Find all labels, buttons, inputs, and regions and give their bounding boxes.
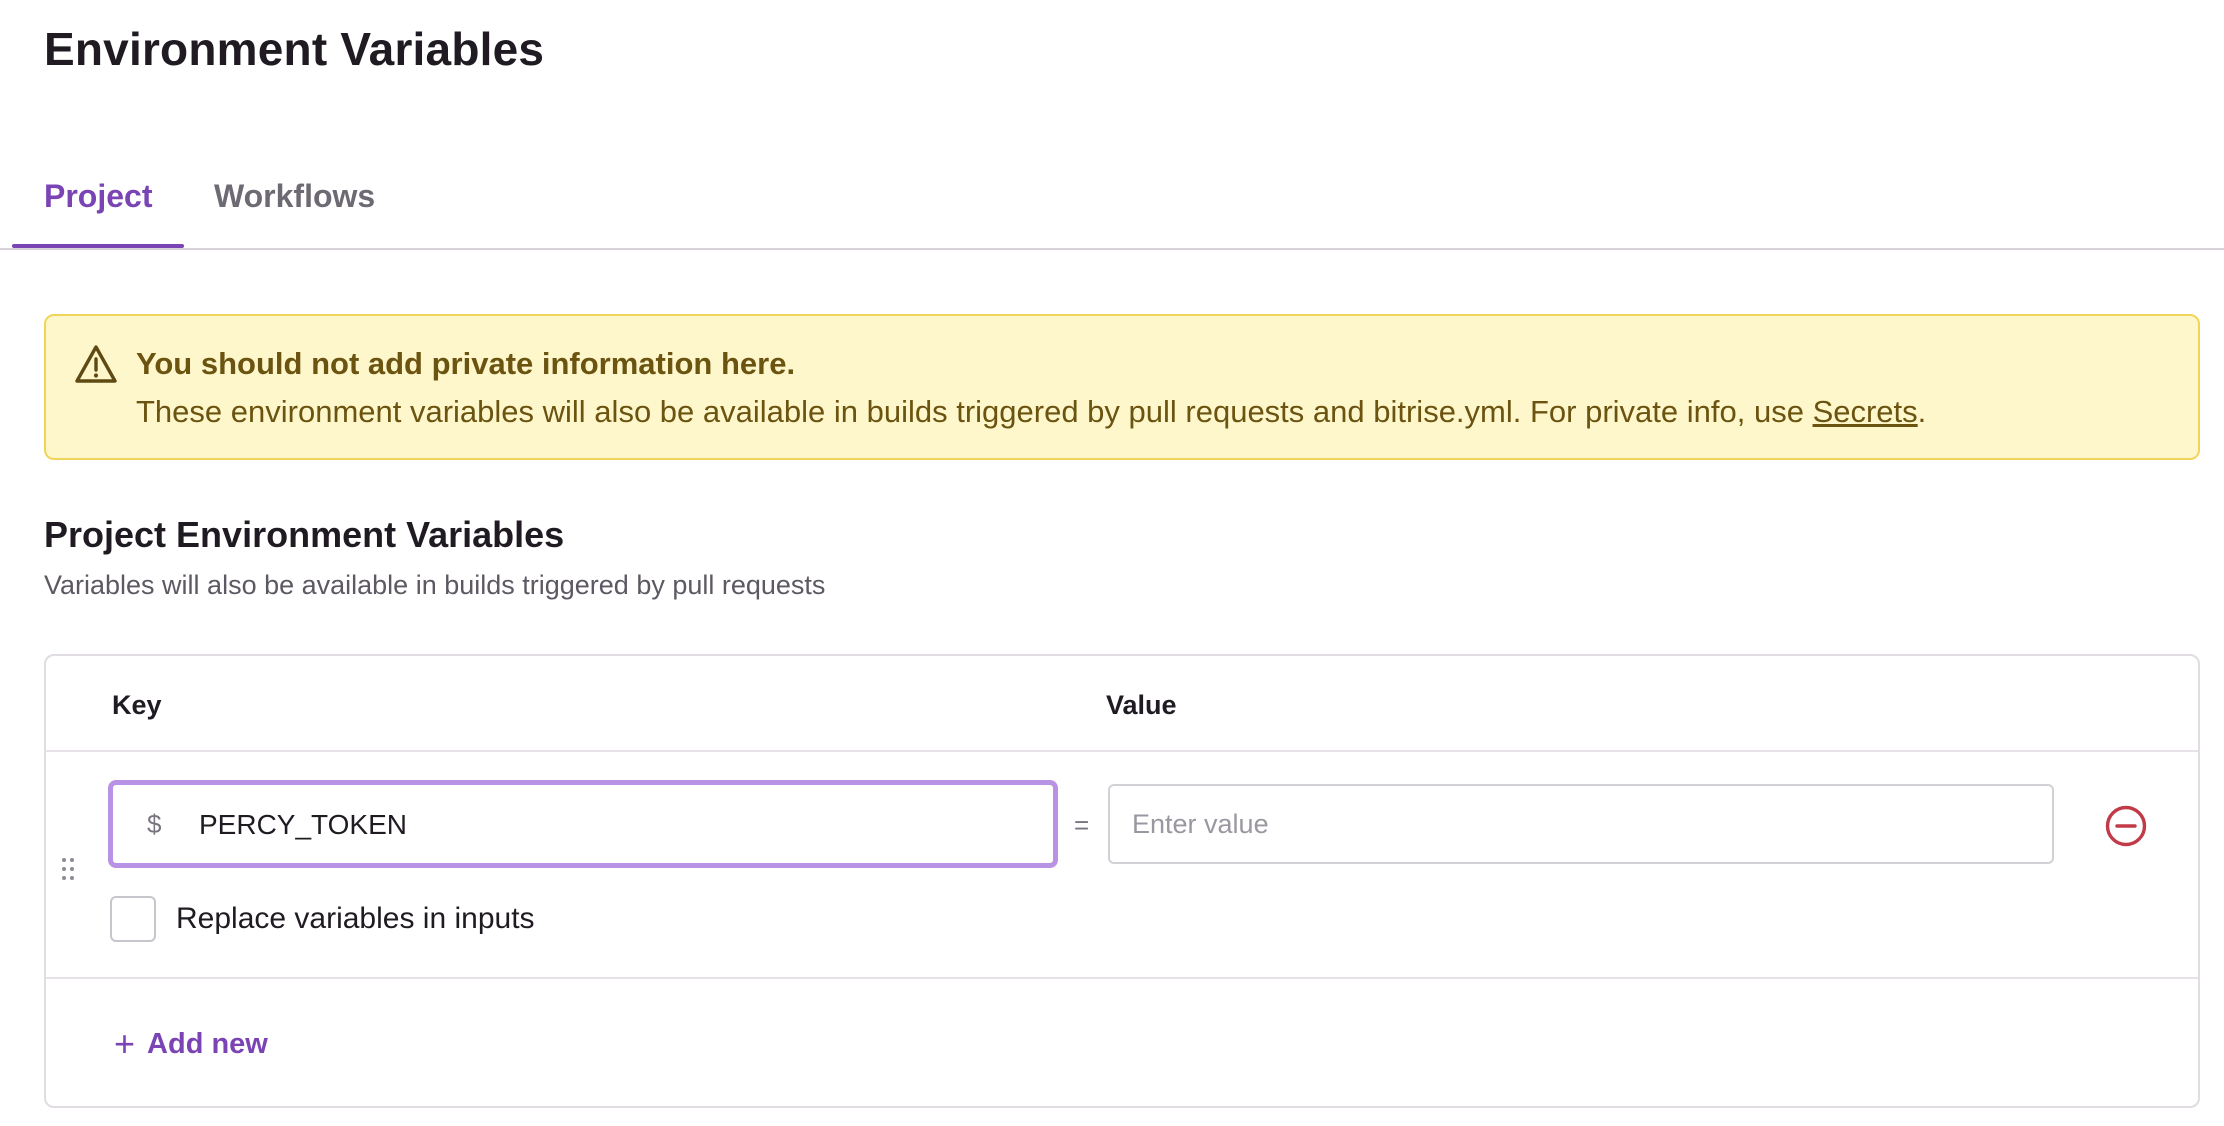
tab-bar: Project Workflows	[0, 160, 2224, 250]
notice-text: These environment variables will also be…	[136, 394, 1813, 429]
secrets-link[interactable]: Secrets	[1813, 394, 1918, 429]
replace-variables-checkbox[interactable]	[110, 896, 156, 942]
notice-trailing: .	[1917, 394, 1927, 429]
warning-notice: You should not add private information h…	[44, 314, 2200, 460]
env-var-table: Key Value $ = Replace variables in input…	[44, 654, 2200, 1108]
key-input[interactable]	[199, 809, 1019, 841]
tab-project[interactable]: Project	[11, 178, 186, 248]
divider	[46, 977, 2198, 979]
notice-title: You should not add private information h…	[136, 346, 796, 381]
column-header-key: Key	[112, 690, 162, 720]
drag-handle-icon[interactable]	[60, 856, 76, 882]
tab-workflows[interactable]: Workflows	[214, 178, 375, 246]
section-title: Project Environment Variables	[44, 514, 565, 555]
replace-variables-label: Replace variables in inputs	[176, 902, 535, 935]
notice-body: These environment variables will also be…	[136, 394, 1926, 430]
column-header-value: Value	[1106, 690, 1177, 720]
section-subtitle: Variables will also be available in buil…	[44, 570, 826, 600]
divider	[46, 750, 2198, 752]
add-new-button[interactable]: + Add new	[114, 1026, 268, 1062]
plus-icon: +	[114, 1023, 136, 1064]
add-new-label: Add new	[147, 1027, 268, 1060]
page-title: Environment Variables	[44, 23, 545, 75]
dollar-prefix: $	[147, 809, 162, 839]
remove-variable-icon[interactable]	[2104, 804, 2148, 848]
key-field[interactable]: $	[108, 780, 1058, 868]
warning-triangle-icon	[75, 345, 117, 383]
equals-separator: =	[1074, 810, 1090, 840]
value-input[interactable]	[1108, 784, 2054, 864]
